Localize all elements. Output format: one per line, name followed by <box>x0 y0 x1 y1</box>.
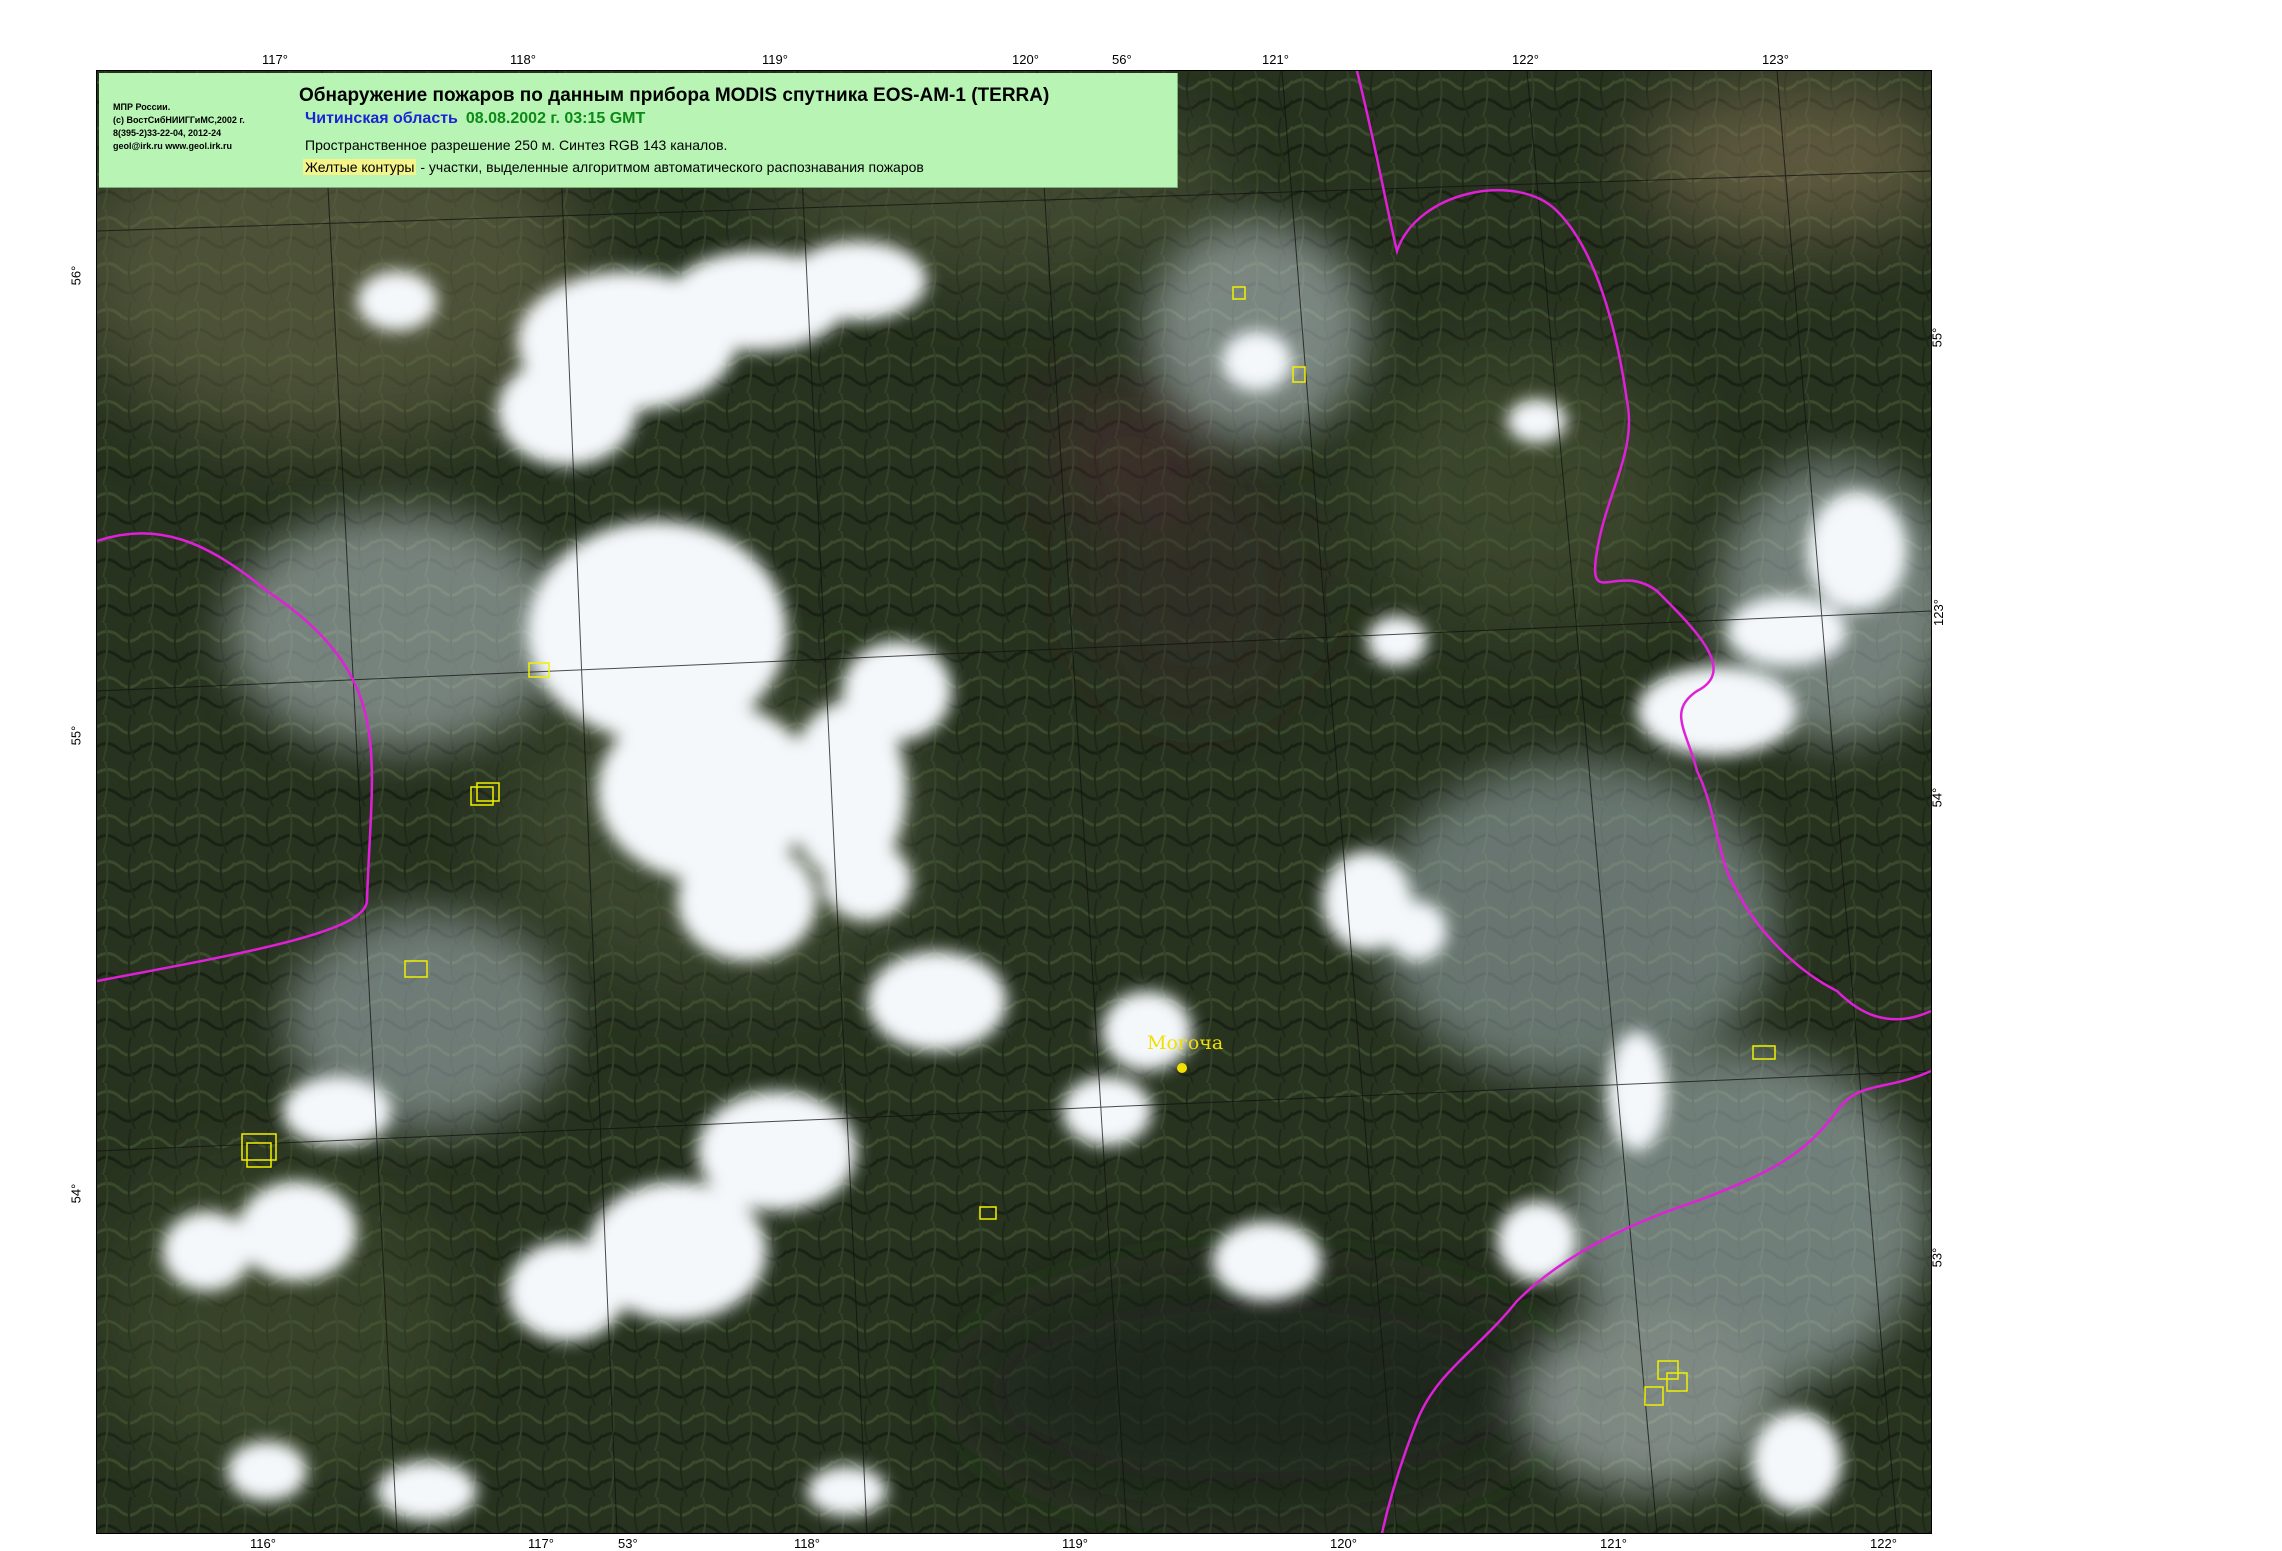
right-tick: 54° <box>1929 787 1945 808</box>
fire-legend-key: Желтые контуры <box>303 159 417 175</box>
map-title: Обнаружение пожаров по данным прибора MO… <box>299 85 1050 106</box>
city-marker <box>1177 1063 1187 1073</box>
bottom-tick: 117° <box>528 1536 554 1551</box>
top-tick: 56° <box>1112 52 1132 67</box>
city-label-mogocha: Могоча <box>1147 1032 1224 1054</box>
bottom-tick: 121° <box>1600 1536 1627 1551</box>
right-tick: 123° <box>1930 599 1946 626</box>
top-tick: 121° <box>1262 52 1289 67</box>
bottom-tick: 120° <box>1330 1536 1357 1551</box>
fire-legend: Желтые контуры - участки, выделенные алг… <box>303 159 924 175</box>
map-subtitle: Читинская область 08.08.2002 г. 03:15 GMT <box>305 110 645 128</box>
top-tick: 119° <box>762 52 788 67</box>
legend-panel: МПР России. (с) ВостСибНИИГГиМС,2002 г. … <box>99 73 1178 188</box>
top-tick: 118° <box>510 52 536 67</box>
satellite-image <box>97 71 1931 1533</box>
bottom-tick: 118° <box>794 1536 820 1551</box>
resolution-note: Пространственное разрешение 250 м. Синте… <box>305 137 728 153</box>
left-tick: 55° <box>68 725 84 746</box>
credits-line: (с) ВостСибНИИГГиМС,2002 г. <box>113 115 245 125</box>
bottom-tick: 53° <box>618 1536 638 1551</box>
region-name: Читинская область <box>305 110 458 127</box>
satellite-map[interactable]: Могоча <box>96 70 1932 1534</box>
right-tick: 53° <box>1929 1247 1945 1268</box>
fire-legend-text: - участки, выделенные алгоритмом автомат… <box>416 159 924 175</box>
bottom-tick: 116° <box>250 1536 276 1551</box>
credits-line: МПР России. <box>113 102 171 112</box>
top-tick: 123° <box>1762 52 1789 67</box>
left-tick: 56° <box>68 265 84 286</box>
left-tick: 54° <box>68 1183 84 1204</box>
top-tick: 117° <box>262 52 288 67</box>
top-tick: 122° <box>1512 52 1539 67</box>
credits-line: geol@irk.ru www.geol.irk.ru <box>113 141 232 151</box>
acquisition-datetime: 08.08.2002 г. 03:15 GMT <box>465 110 646 127</box>
bottom-tick: 122° <box>1870 1536 1897 1551</box>
credits-block: МПР России. (с) ВостСибНИИГГиМС,2002 г. … <box>113 101 293 153</box>
bottom-tick: 119° <box>1062 1536 1088 1551</box>
right-tick: 55° <box>1929 327 1945 348</box>
top-tick: 120° <box>1012 52 1039 67</box>
credits-line: 8(395-2)33-22-04, 2012-24 <box>113 128 222 138</box>
